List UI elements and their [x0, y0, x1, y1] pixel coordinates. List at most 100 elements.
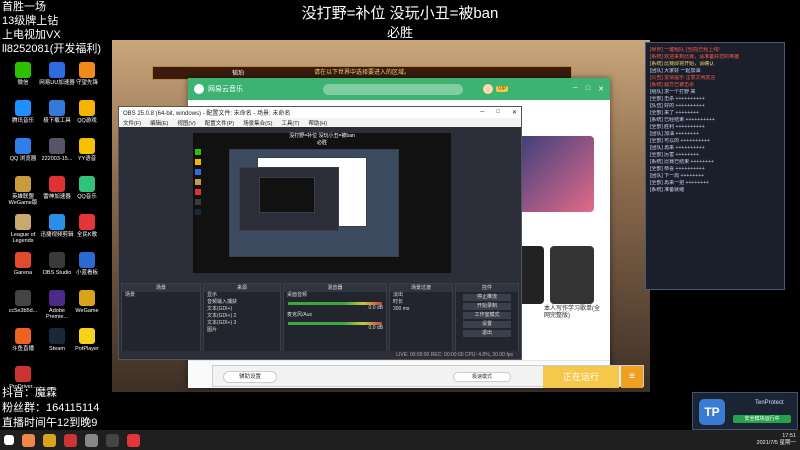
source-item[interactable]: 音频输入捕获	[204, 299, 280, 306]
mode-select[interactable]: 极速模式	[453, 372, 511, 382]
chat-message: [系统] 比赛已结束 ++++++++	[650, 159, 714, 165]
maximize-button[interactable]: □	[586, 85, 590, 93]
transition-duration[interactable]: 300 ms	[390, 306, 452, 313]
desktop-icon[interactable]: QQ 浏览器	[4, 138, 42, 162]
app-icon	[15, 214, 31, 230]
transition-duration-label: 时长	[393, 299, 404, 305]
tenprotect-popup: TP TenProtect 安全模块运行中	[692, 392, 798, 430]
desktop-icon[interactable]: QQ音乐	[68, 176, 106, 200]
playlist-caption[interactable]: 本人写作学习歌单(全网完整版)	[544, 306, 600, 320]
desktop-icon-label: PotPlayer	[75, 346, 99, 352]
running-button[interactable]: 正在运行	[543, 366, 619, 388]
sources-title: 来源	[204, 284, 280, 292]
desktop-icon[interactable]: 微信	[4, 62, 42, 86]
start-icon[interactable]	[4, 435, 14, 445]
scene-item[interactable]: 场景	[122, 292, 200, 299]
chat-message: [公告] 友情提示 注意文明发言	[650, 75, 716, 81]
chat-message: [全部] 再来一把 ++++++++	[650, 180, 709, 186]
taskbar-app-icon[interactable]	[43, 433, 56, 447]
taskbar-app-icon[interactable]	[85, 433, 98, 447]
app-icon	[79, 176, 95, 192]
source-item[interactable]: 图片	[204, 327, 280, 334]
app-icon	[15, 138, 31, 154]
taskbar-app-icon[interactable]	[22, 433, 35, 447]
exit-button[interactable]: 退出	[463, 330, 511, 337]
studio-mode-button[interactable]: 工作室模式	[463, 312, 511, 319]
assist-settings-button[interactable]: 辅助设置	[223, 371, 277, 383]
close-button[interactable]: ✕	[598, 85, 604, 93]
menu-edit[interactable]: 编辑(E)	[150, 119, 168, 127]
chat-message: [系统] 敌方已被击杀	[650, 82, 695, 88]
chat-message: [组队] 求一个打野 来	[650, 89, 696, 95]
obs-menu-bar: 文件(F) 编辑(E) 视图(V) 配置文件(P) 场景集合(S) 工具(T) …	[119, 118, 521, 127]
tenprotect-logo-icon: TP	[699, 399, 725, 425]
obs-maximize-button[interactable]: □	[496, 109, 500, 116]
clock-date: 2021/7/5 星期一	[756, 440, 796, 446]
menu-scene-collection[interactable]: 场景集合(S)	[243, 119, 272, 127]
desktop-icon[interactable]: Garena	[4, 252, 42, 276]
desktop-icon[interactable]: WeGame	[68, 290, 106, 314]
taskbar-app-icon[interactable]	[106, 433, 119, 447]
menu-profile[interactable]: 配置文件(P)	[205, 119, 234, 127]
desktop-icon[interactable]: 腾讯音乐	[4, 100, 42, 124]
menu-icon[interactable]: ≡	[621, 366, 643, 388]
stream-title-line1: 没打野=补位 没玩小丑=被ban	[301, 5, 499, 22]
source-item[interactable]: 文本(GDI+) 3	[204, 320, 280, 327]
desktop-icon-label: 英雄联盟WeGame版	[8, 194, 38, 206]
settings-button[interactable]: 设置	[463, 321, 511, 328]
taskbar-app-icon[interactable]	[127, 433, 140, 447]
desktop-icon-label: 守望先锋	[75, 80, 98, 86]
start-record-button[interactable]: 开始录制	[463, 303, 511, 310]
mixer-label: 桌面音频	[287, 292, 308, 298]
menu-help[interactable]: 帮助(H)	[308, 119, 327, 127]
transition-type[interactable]: 淡出	[390, 292, 452, 299]
music-search-input[interactable]	[323, 83, 463, 95]
chat-panel: [世界] 一键组队 [当前]已经上线! [系统] 欢迎来到比赛，请准备好您的英雄[…	[645, 42, 785, 290]
obs-close-button[interactable]: ✕	[512, 109, 517, 116]
source-item[interactable]: 文本(GDI+)	[204, 306, 280, 313]
desktop-icon[interactable]: 英雄联盟WeGame版	[4, 176, 42, 206]
controls-title: 控件	[456, 284, 518, 292]
desktop-icon[interactable]: QQ游戏	[68, 100, 106, 124]
desktop-icon[interactable]: 小蓝看板	[68, 252, 106, 276]
obs-window[interactable]: OBS 25.0.8 (64-bit, windows) - 配置文件: 未命名…	[118, 106, 522, 360]
desktop-icon[interactable]: 守望先锋	[68, 62, 106, 86]
app-icon	[15, 62, 31, 78]
taskbar-app-icon[interactable]	[64, 433, 77, 447]
game-launcher-bar: 辅助设置 极速模式 正在运行 ≡	[212, 365, 644, 388]
desktop-icon[interactable]: cc5e3b5d...	[4, 290, 42, 314]
user-avatar[interactable]	[483, 84, 493, 94]
desktop-icon[interactable]: League of Legends	[4, 214, 42, 244]
source-item[interactable]: 文本(GDI+) 2	[204, 313, 280, 320]
clock-time: 17:51	[782, 433, 796, 439]
mixer-label: 麦克风/Aux	[287, 312, 313, 318]
app-icon	[49, 176, 65, 192]
source-item[interactable]: 显示	[204, 292, 280, 299]
menu-tools[interactable]: 工具(T)	[281, 119, 299, 127]
music-header: 网易云音乐 VIP ─ □ ✕	[188, 78, 610, 100]
overlay-left-line4: ll8252081(开发福利)	[2, 43, 102, 55]
desktop-icon[interactable]: 全民K歌	[68, 214, 106, 238]
overlay-bottom-line2: 粉丝群：164115114	[2, 402, 100, 414]
desktop-icon[interactable]: PotPlayer	[68, 328, 106, 352]
scenes-title: 场景	[122, 284, 200, 292]
obs-title: OBS 25.0.8 (64-bit, windows) - 配置文件: 未命名…	[123, 111, 291, 117]
obs-minimize-button[interactable]: ─	[480, 109, 484, 116]
menu-view[interactable]: 视图(V)	[177, 119, 195, 127]
chat-message: [全部] 来了 ++++++++	[650, 110, 699, 116]
desktop-icon[interactable]: YY语音	[68, 138, 106, 162]
menu-file[interactable]: 文件(F)	[123, 119, 141, 127]
app-icon	[79, 100, 95, 116]
tenprotect-name: TenProtect	[755, 400, 784, 406]
desktop-icon[interactable]: 斗鱼直播	[4, 328, 42, 352]
playlist-thumb-2[interactable]	[550, 246, 594, 304]
app-icon	[49, 138, 65, 154]
minimize-button[interactable]: ─	[573, 85, 578, 93]
taskbar-clock[interactable]: 17:51 2021/7/5 星期一	[757, 433, 796, 447]
chat-message: [系统] 比赛即将开始，请确认	[650, 61, 715, 67]
desktop-icon-label: League of Legends	[10, 232, 36, 244]
chat-message: [团队] 大家好 一起加油	[650, 68, 701, 74]
stop-stream-button[interactable]: 停止推流	[463, 294, 511, 301]
chat-message: [系统] 准备就绪	[650, 187, 685, 193]
app-icon	[15, 290, 31, 306]
